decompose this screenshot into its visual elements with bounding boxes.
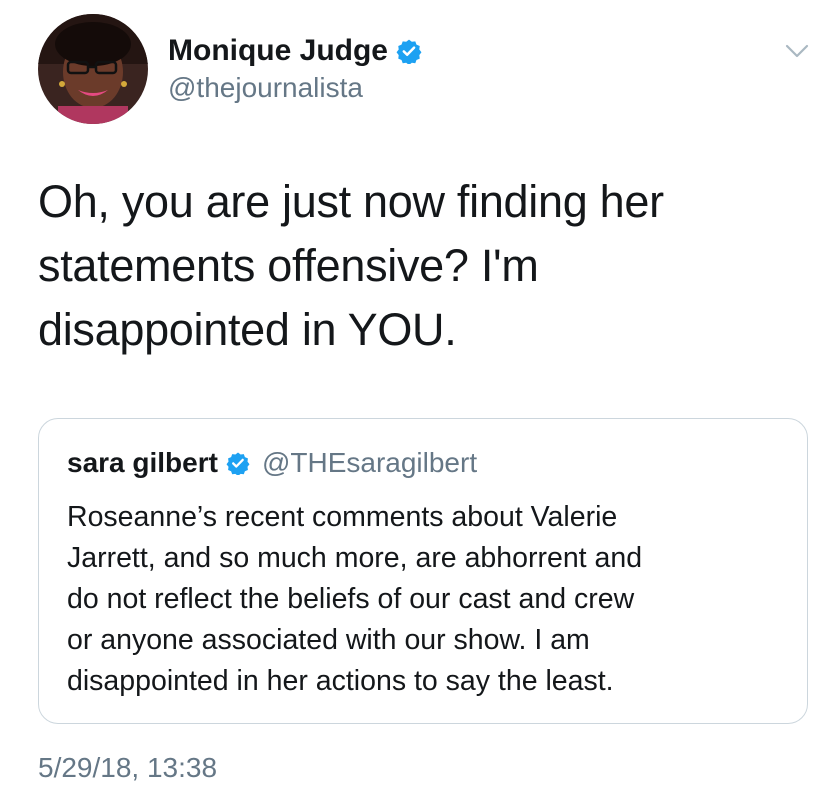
- tweet-text: Oh, you are just now finding her stateme…: [38, 176, 664, 355]
- verified-badge-icon: [226, 451, 250, 476]
- author-handle[interactable]: @thejournalista: [168, 72, 363, 104]
- quoted-tweet-header: sara gilbert @THEsaragilbert: [67, 443, 477, 483]
- avatar-photo: [38, 14, 148, 124]
- quoted-author-name: sara gilbert: [67, 447, 218, 478]
- avatar[interactable]: [38, 14, 148, 124]
- quoted-tweet-text: Roseanne’s recent comments about Valerie…: [67, 501, 643, 697]
- chevron-down-icon[interactable]: [784, 42, 810, 60]
- quoted-author-handle: @THEsaragilbert: [261, 447, 478, 478]
- quoted-tweet-card[interactable]: sara gilbert @THEsaragilbert Roseanne’s …: [38, 418, 808, 724]
- tweet-timestamp[interactable]: 5/29/18, 13:38: [38, 752, 217, 784]
- author-name[interactable]: Monique Judge: [168, 34, 388, 68]
- author-name-row[interactable]: Monique Judge: [168, 30, 422, 72]
- verified-badge-icon: [396, 38, 422, 65]
